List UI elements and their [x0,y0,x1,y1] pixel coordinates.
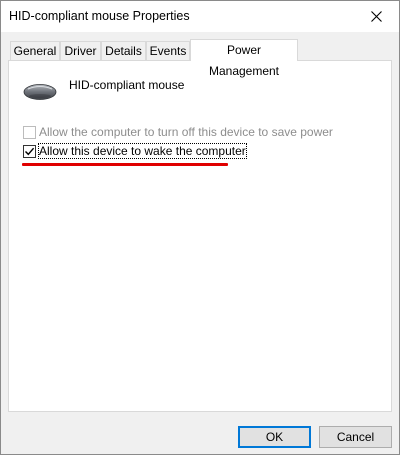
close-icon [371,11,382,22]
tab-general[interactable]: General [10,41,60,60]
wake-checkbox[interactable] [23,144,36,158]
checkmark-icon [25,147,35,155]
cancel-button[interactable]: Cancel [319,426,392,448]
ok-button[interactable]: OK [238,426,311,448]
wake-annotation-underline [22,163,228,166]
wake-label[interactable]: Allow this device to wake the computer [38,143,247,159]
tab-details[interactable]: Details [101,41,146,60]
tab-strip: General Driver Details Events Power Mana… [8,39,392,78]
power-management-panel: HID-compliant mouse Allow the computer t… [8,60,392,412]
wake-option: Allow this device to wake the computer [23,143,247,159]
device-name: HID-compliant mouse [69,78,185,92]
turn-off-label: Allow the computer to turn off this devi… [39,125,333,139]
properties-dialog: HID-compliant mouse Properties General D… [0,0,400,455]
tab-power-management[interactable]: Power Management [190,39,298,78]
window-title: HID-compliant mouse Properties [9,9,190,23]
title-bar: HID-compliant mouse Properties [1,1,399,32]
tab-driver[interactable]: Driver [60,41,101,60]
mouse-icon [23,83,57,104]
turn-off-option: Allow the computer to turn off this devi… [23,125,333,139]
tab-events[interactable]: Events [146,41,190,60]
turn-off-checkbox[interactable] [23,125,36,139]
close-button[interactable] [354,1,399,32]
